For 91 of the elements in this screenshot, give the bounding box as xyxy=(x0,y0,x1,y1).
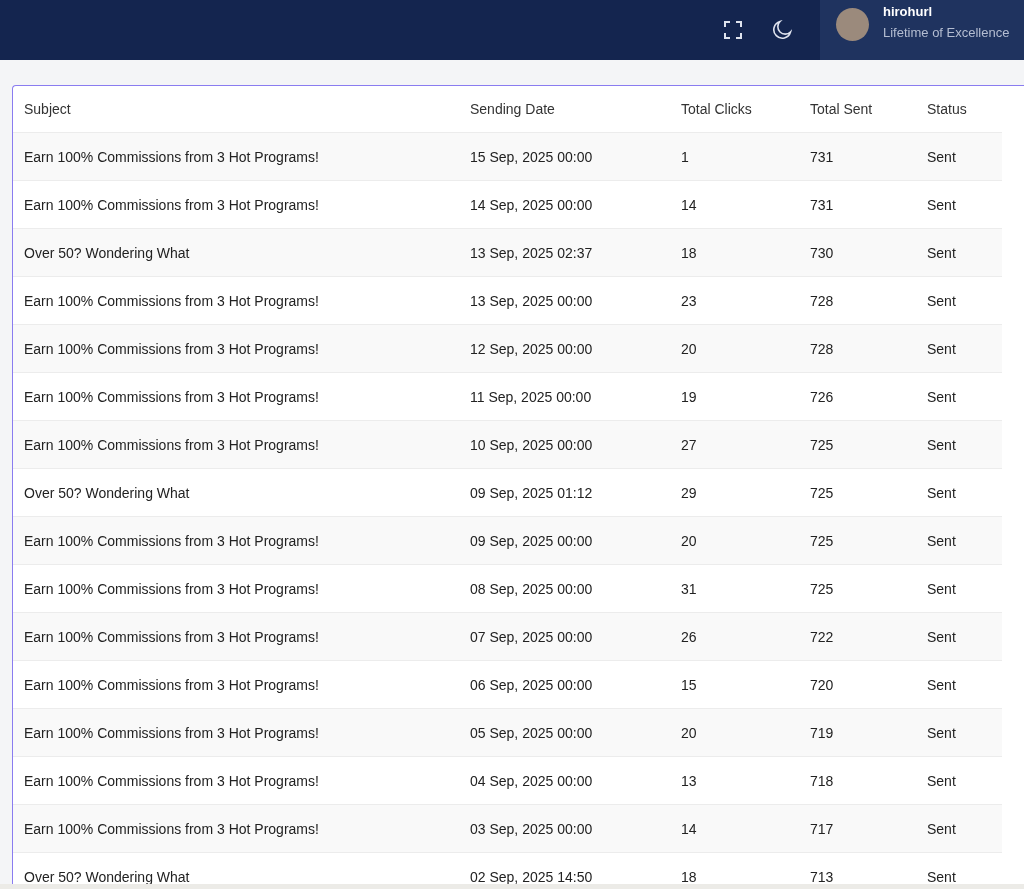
table-cell-text: 20 xyxy=(681,532,698,549)
table-cell-text: 12 Sep, 2025 00:00 xyxy=(470,340,594,357)
table-cell-text: Earn 100% Commissions from 3 Hot Programs! xyxy=(24,820,320,837)
table-cell-text: 26 xyxy=(681,628,698,645)
user-panel[interactable]: hirohurl Lifetime of Excellence xyxy=(820,0,1024,60)
table-cell-text: Over 50? Wondering What xyxy=(24,868,191,885)
table-cell-text: 14 xyxy=(681,196,698,213)
table-cell-text: 31 xyxy=(681,580,698,597)
table-cell-text: 730 xyxy=(810,244,835,261)
table-cell-text: Sent xyxy=(927,820,957,837)
table-cell-text: Over 50? Wondering What xyxy=(24,484,191,501)
table-cell-text: 20 xyxy=(681,724,698,741)
table-cell-text: 725 xyxy=(810,580,835,597)
table-cell-text: 18 xyxy=(681,868,698,885)
table-cell-text: 09 Sep, 2025 00:00 xyxy=(470,532,594,549)
table-cell-text: 728 xyxy=(810,292,835,309)
table-cell-text: 14 Sep, 2025 00:00 xyxy=(470,196,594,213)
table-cell-text: Earn 100% Commissions from 3 Hot Programs! xyxy=(24,628,320,645)
table-cell-text: 07 Sep, 2025 00:00 xyxy=(470,628,594,645)
column-header: Status xyxy=(927,101,968,117)
table-cell-text: 04 Sep, 2025 00:00 xyxy=(470,772,594,789)
table-cell-text: 1 xyxy=(681,148,690,165)
table-cell-text: Sent xyxy=(927,868,957,885)
table-cell-text: 06 Sep, 2025 00:00 xyxy=(470,676,594,693)
table-cell-text: 725 xyxy=(810,436,835,453)
table-cell-text: Sent xyxy=(927,196,957,213)
moon-icon[interactable] xyxy=(772,20,792,40)
table-cell-text: 731 xyxy=(810,196,835,213)
table-cell-text: Sent xyxy=(927,244,957,261)
table-cell-text: 19 xyxy=(681,388,698,405)
table-cell-text: 14 xyxy=(681,820,698,837)
table-cell-text: Earn 100% Commissions from 3 Hot Programs! xyxy=(24,532,320,549)
table-cell-text: 713 xyxy=(810,868,835,885)
table-cell-text: Sent xyxy=(927,436,957,453)
table-cell-text: Earn 100% Commissions from 3 Hot Programs! xyxy=(24,772,320,789)
table-cell-text: Earn 100% Commissions from 3 Hot Programs! xyxy=(24,436,320,453)
table-cell-text: Earn 100% Commissions from 3 Hot Programs! xyxy=(24,724,320,741)
user-subtitle: Lifetime of Excellence xyxy=(883,25,1010,40)
table-cell-text: 29 xyxy=(681,484,698,501)
table-cell-text: Earn 100% Commissions from 3 Hot Programs! xyxy=(24,292,320,309)
table-cell-text: Sent xyxy=(927,580,957,597)
table-cell-text: 23 xyxy=(681,292,698,309)
table-cell-text: Earn 100% Commissions from 3 Hot Programs! xyxy=(24,676,320,693)
column-header: Sending Date xyxy=(470,101,556,117)
table-cell-text: Sent xyxy=(927,772,957,789)
table-cell-text: 27 xyxy=(681,436,698,453)
table-cell-text: Sent xyxy=(927,676,957,693)
table-cell-text: 10 Sep, 2025 00:00 xyxy=(470,436,594,453)
table-cell-text: 720 xyxy=(810,676,835,693)
table-cell-text: 718 xyxy=(810,772,835,789)
table-cell-text: Earn 100% Commissions from 3 Hot Programs! xyxy=(24,580,320,597)
table-cell-text: Earn 100% Commissions from 3 Hot Programs! xyxy=(24,148,320,165)
table-cell-text: 728 xyxy=(810,340,835,357)
table-cell-text: 13 xyxy=(681,772,698,789)
table-cell-text: 03 Sep, 2025 00:00 xyxy=(470,820,594,837)
table-cell-text: 05 Sep, 2025 00:00 xyxy=(470,724,594,741)
table-cell-text: 725 xyxy=(810,532,835,549)
table-cell-text: 08 Sep, 2025 00:00 xyxy=(470,580,594,597)
table-cell-text: 13 Sep, 2025 00:00 xyxy=(470,292,594,309)
table-cell-text: 20 xyxy=(681,340,698,357)
table-cell-text: Earn 100% Commissions from 3 Hot Programs! xyxy=(24,340,320,357)
table-cell-text: 717 xyxy=(810,820,835,837)
table-cell-text: 722 xyxy=(810,628,835,645)
table-cell-text: Sent xyxy=(927,532,957,549)
column-header: Total Sent xyxy=(810,101,874,117)
table-cell-text: 15 xyxy=(681,676,698,693)
table-cell-text: Earn 100% Commissions from 3 Hot Programs! xyxy=(24,196,320,213)
table-cell-text: Over 50? Wondering What xyxy=(24,244,191,261)
table-cell-text: 719 xyxy=(810,724,835,741)
table-cell-text: 13 Sep, 2025 02:37 xyxy=(470,244,594,261)
table-cell-text: Sent xyxy=(927,148,957,165)
fullscreen-icon[interactable] xyxy=(724,21,742,39)
table-cell-text: 18 xyxy=(681,244,698,261)
table-cell-text: Sent xyxy=(927,340,957,357)
column-header: Subject xyxy=(24,101,72,117)
table-cell-text: 11 Sep, 2025 00:00 xyxy=(470,388,593,405)
table-cell-text: 731 xyxy=(810,148,835,165)
avatar xyxy=(836,8,869,41)
table-cell-text: 15 Sep, 2025 00:00 xyxy=(470,148,594,165)
table-cell-text: 02 Sep, 2025 14:50 xyxy=(470,868,594,885)
table-cell-text: Sent xyxy=(927,724,957,741)
table-cell-text: Sent xyxy=(927,388,957,405)
table-cell-text: 09 Sep, 2025 01:12 xyxy=(470,484,594,501)
table-cell-text: Sent xyxy=(927,484,957,501)
table-cell-text: Earn 100% Commissions from 3 Hot Programs! xyxy=(24,388,320,405)
table-cell-text: Sent xyxy=(927,628,957,645)
table-cell-text: 726 xyxy=(810,388,835,405)
column-header: Total Clicks xyxy=(681,101,753,117)
table-cell-text: Sent xyxy=(927,292,957,309)
table-cell-text: 725 xyxy=(810,484,835,501)
user-name: hirohurl xyxy=(883,4,934,19)
